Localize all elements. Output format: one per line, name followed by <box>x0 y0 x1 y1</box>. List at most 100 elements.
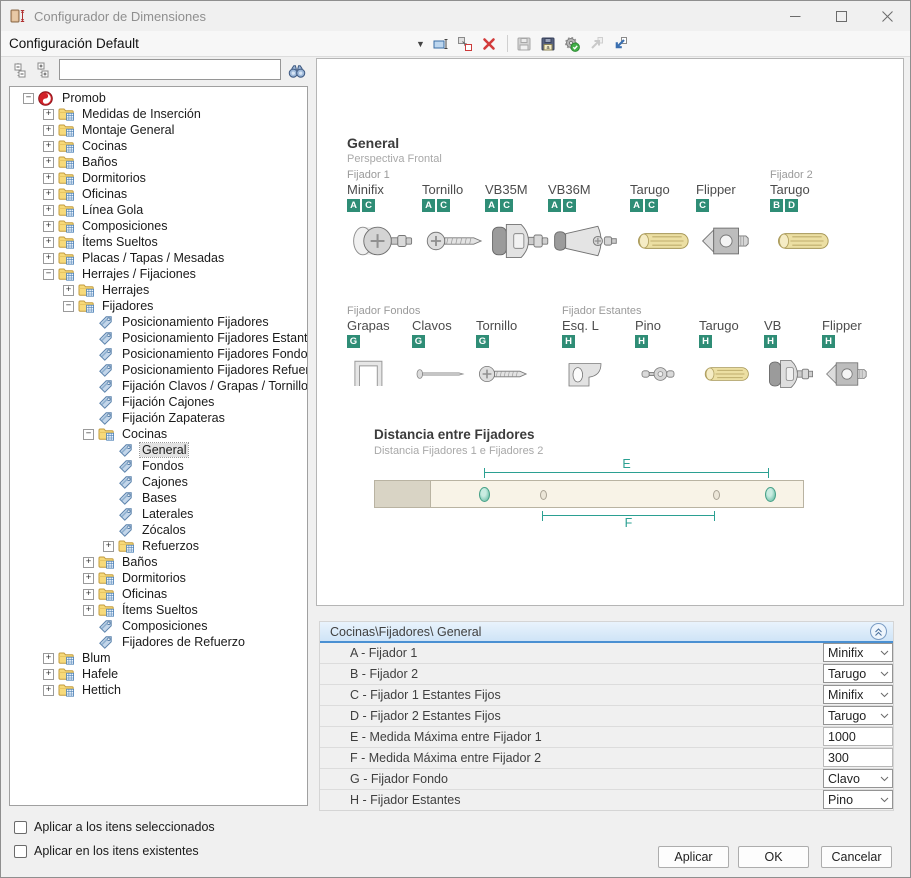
expand-icon[interactable]: + <box>43 141 54 152</box>
rename-configuration-icon[interactable] <box>430 34 452 54</box>
expand-icon[interactable]: + <box>43 109 54 120</box>
expand-icon[interactable]: + <box>43 205 54 216</box>
tree-item-general[interactable]: General <box>10 442 307 458</box>
property-value-dropdown[interactable]: Pino <box>823 790 893 809</box>
tree-item-refuerzos[interactable]: +Refuerzos <box>10 538 307 554</box>
property-value-dropdown[interactable]: Minifix <box>823 643 893 662</box>
expand-icon[interactable]: + <box>43 253 54 264</box>
tree-item-herrajes[interactable]: +Herrajes <box>10 282 307 298</box>
import-configuration-icon[interactable] <box>609 34 631 54</box>
minimize-button[interactable] <box>772 1 818 31</box>
tree-item-label: Posicionamiento Fijadores Estantes <box>120 331 308 345</box>
tree-item-oficinas[interactable]: +Oficinas <box>10 186 307 202</box>
tree-item-tems-sueltos[interactable]: +Ítems Sueltos <box>10 602 307 618</box>
expand-icon[interactable]: + <box>43 685 54 696</box>
checkbox-aplicar-itens-seleccionados[interactable]: Aplicar a los itens seleccionados <box>14 820 215 834</box>
collapse-icon[interactable]: − <box>83 429 94 440</box>
tree-item-posicionamiento-fijadores-refuerzos[interactable]: Posicionamiento Fijadores Refuerzos <box>10 362 307 378</box>
expand-icon[interactable]: + <box>83 557 94 568</box>
collapse-icon[interactable]: − <box>43 269 54 280</box>
expand-all-icon[interactable] <box>37 62 50 78</box>
tree-item-fijadores-de-refuerzo[interactable]: Fijadores de Refuerzo <box>10 634 307 650</box>
tree-item-hafele[interactable]: +Hafele <box>10 666 307 682</box>
tree-item-composiciones[interactable]: +Composiciones <box>10 218 307 234</box>
collapse-icon[interactable]: − <box>63 301 74 312</box>
tree-item-dormitorios[interactable]: +Dormitorios <box>10 570 307 586</box>
ok-button[interactable]: OK <box>738 846 809 868</box>
tree-item-cocinas[interactable]: −Cocinas <box>10 426 307 442</box>
configuration-dropdown-arrow[interactable]: ▼ <box>416 39 430 49</box>
collapse-panel-button[interactable] <box>870 623 887 640</box>
expand-icon[interactable]: + <box>43 189 54 200</box>
tree-item-cocinas[interactable]: +Cocinas <box>10 138 307 154</box>
search-icon[interactable] <box>288 63 306 78</box>
tree-item-bases[interactable]: Bases <box>10 490 307 506</box>
expand-icon[interactable]: + <box>103 541 114 552</box>
expand-icon[interactable]: + <box>43 653 54 664</box>
badge-a: A <box>630 199 643 212</box>
tree-item-hettich[interactable]: +Hettich <box>10 682 307 698</box>
tree-item-posicionamiento-fijadores-fondos[interactable]: Posicionamiento Fijadores Fondos <box>10 346 307 362</box>
tree-item-tems-sueltos[interactable]: +Ítems Sueltos <box>10 234 307 250</box>
property-value-dropdown[interactable]: Tarugo <box>823 706 893 725</box>
tree-item-placas-tapas-mesadas[interactable]: +Placas / Tapas / Mesadas <box>10 250 307 266</box>
tree-item-dormitorios[interactable]: +Dormitorios <box>10 170 307 186</box>
folder-icon <box>58 155 76 170</box>
tree-item-l-nea-gola[interactable]: +Línea Gola <box>10 202 307 218</box>
property-value-input[interactable]: 300 <box>823 748 893 767</box>
expand-icon[interactable]: + <box>43 669 54 680</box>
tree-item-herrajes-fijaciones[interactable]: − Herrajes / Fijaciones <box>10 266 307 282</box>
property-value-dropdown[interactable]: Clavo <box>823 769 893 788</box>
configuration-selector[interactable]: Configuración Default <box>9 36 416 51</box>
fastener-flipper: FlipperH <box>822 305 910 397</box>
expand-icon[interactable]: + <box>43 221 54 232</box>
panel-board-illustration <box>374 480 804 508</box>
folder-icon <box>58 123 76 138</box>
fastener-group-label: Fijador 2 <box>770 169 858 182</box>
apply-configuration-icon[interactable] <box>561 34 583 54</box>
property-value-input[interactable]: 1000 <box>823 727 893 746</box>
checkbox-aplicar-itens-existentes[interactable]: Aplicar en los itens existentes <box>14 844 199 858</box>
tree-item-oficinas[interactable]: +Oficinas <box>10 586 307 602</box>
expand-icon[interactable]: + <box>63 285 74 296</box>
tree-item-promob[interactable]: −Promob <box>10 90 307 106</box>
tree-item-cajones[interactable]: Cajones <box>10 474 307 490</box>
expand-icon[interactable]: + <box>83 605 94 616</box>
search-input[interactable] <box>59 59 281 80</box>
tree-item-ba-os[interactable]: +Baños <box>10 154 307 170</box>
tree-item-posicionamiento-fijadores[interactable]: Posicionamiento Fijadores <box>10 314 307 330</box>
tree-item-ba-os[interactable]: +Baños <box>10 554 307 570</box>
close-button[interactable] <box>864 1 910 31</box>
save-configuration-as-icon[interactable]: a <box>537 34 559 54</box>
tree-item-z-calos[interactable]: Zócalos <box>10 522 307 538</box>
expand-icon[interactable]: + <box>43 237 54 248</box>
property-value-dropdown[interactable]: Tarugo <box>823 664 893 683</box>
duplicate-configuration-icon[interactable] <box>454 34 476 54</box>
aplicar-button[interactable]: Aplicar <box>658 846 729 868</box>
expand-icon[interactable]: + <box>83 589 94 600</box>
expand-icon[interactable]: + <box>43 173 54 184</box>
tree-item-fijaci-n-clavos-grapas-tornillos[interactable]: Fijación Clavos / Grapas / Tornillos <box>10 378 307 394</box>
property-value-dropdown[interactable]: Minifix <box>823 685 893 704</box>
tree-item-posicionamiento-fijadores-estantes[interactable]: Posicionamiento Fijadores Estantes <box>10 330 307 346</box>
tree-item-fijaci-n-zapateras[interactable]: Fijación Zapateras <box>10 410 307 426</box>
tree-item-fijadores[interactable]: −Fijadores <box>10 298 307 314</box>
collapse-icon[interactable]: − <box>23 93 34 104</box>
maximize-button[interactable] <box>818 1 864 31</box>
tree-item-label: Herrajes / Fijaciones <box>80 267 198 281</box>
tree-item-laterales[interactable]: Laterales <box>10 506 307 522</box>
tree-item-blum[interactable]: +Blum <box>10 650 307 666</box>
expand-icon[interactable]: + <box>43 157 54 168</box>
tree-item-fijaci-n-cajones[interactable]: Fijación Cajones <box>10 394 307 410</box>
tree-item-medidas-de-inserci-n[interactable]: +Medidas de Inserción <box>10 106 307 122</box>
expand-icon[interactable]: + <box>83 573 94 584</box>
cancelar-button[interactable]: Cancelar <box>821 846 892 868</box>
tree-item-composiciones[interactable]: Composiciones <box>10 618 307 634</box>
expand-icon[interactable]: + <box>43 125 54 136</box>
delete-configuration-icon[interactable] <box>478 34 500 54</box>
property-row-d: D - Fijador 2 Estantes FijosTarugo <box>320 705 893 726</box>
fastener-group-label <box>548 169 636 182</box>
tree-item-montaje-general[interactable]: +Montaje General <box>10 122 307 138</box>
collapse-all-icon[interactable] <box>14 62 27 78</box>
tree-item-fondos[interactable]: Fondos <box>10 458 307 474</box>
